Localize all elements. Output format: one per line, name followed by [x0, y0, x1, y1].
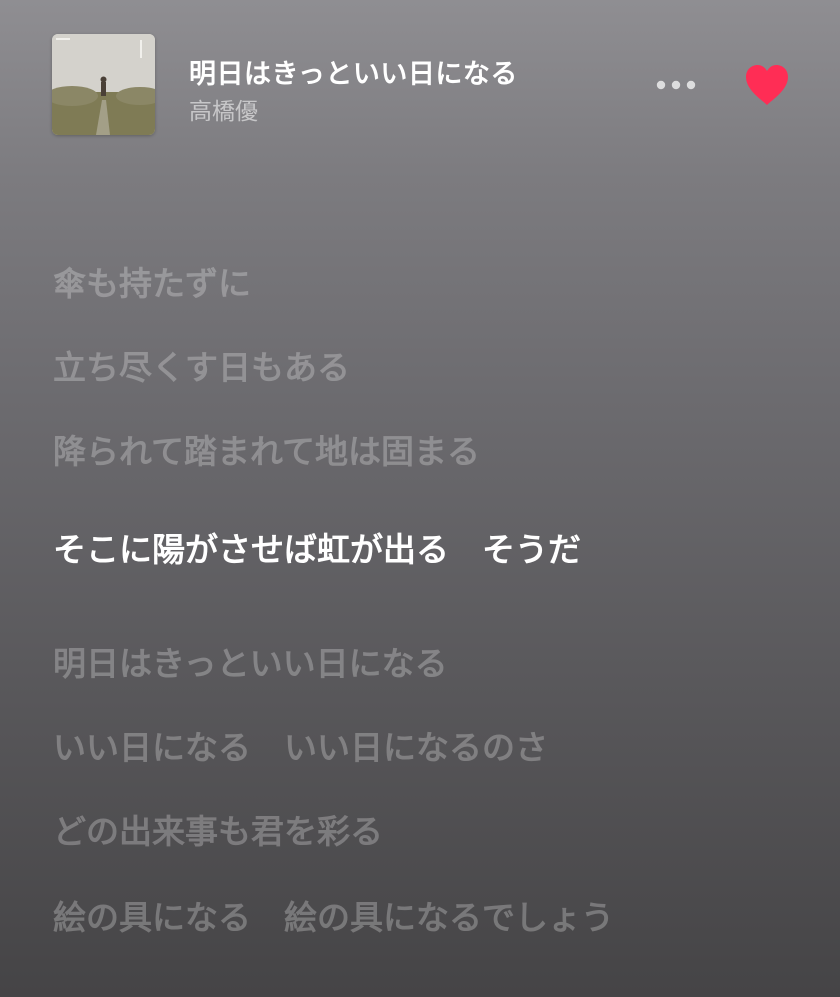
lyric-line[interactable]: 明日はきっといい日になる [53, 642, 673, 726]
track-title: 明日はきっといい日になる [189, 59, 518, 90]
now-playing-header: 明日はきっといい日になる 高橋優 [0, 0, 840, 160]
lyric-line[interactable]: いい日になる いい日になるのさ [53, 726, 673, 810]
heart-filled-icon [746, 65, 788, 105]
ellipsis-icon [656, 80, 696, 90]
lyric-line[interactable]: 絵の具になる 絵の具になるでしょう [53, 896, 673, 986]
lyric-line[interactable]: 降られて踏まれて地は固まる [53, 430, 673, 528]
lyric-line-current[interactable]: そこに陽がさせば虹が出る そうだ [53, 528, 673, 642]
lyrics-list: 傘も持たずに 立ち尽くす日もある 降られて踏まれて地は固まる そこに陽がさせば虹… [53, 262, 813, 986]
love-button[interactable] [742, 62, 792, 108]
more-options-button[interactable] [650, 70, 702, 100]
album-artwork-image [52, 34, 155, 135]
track-artist[interactable]: 高橋優 [189, 92, 258, 126]
lyric-line[interactable]: どの出来事も君を彩る [53, 810, 673, 896]
lyric-line[interactable]: 立ち尽くす日もある [53, 346, 673, 430]
lyric-line[interactable]: 傘も持たずに [53, 262, 673, 346]
album-artwork[interactable] [52, 34, 155, 135]
